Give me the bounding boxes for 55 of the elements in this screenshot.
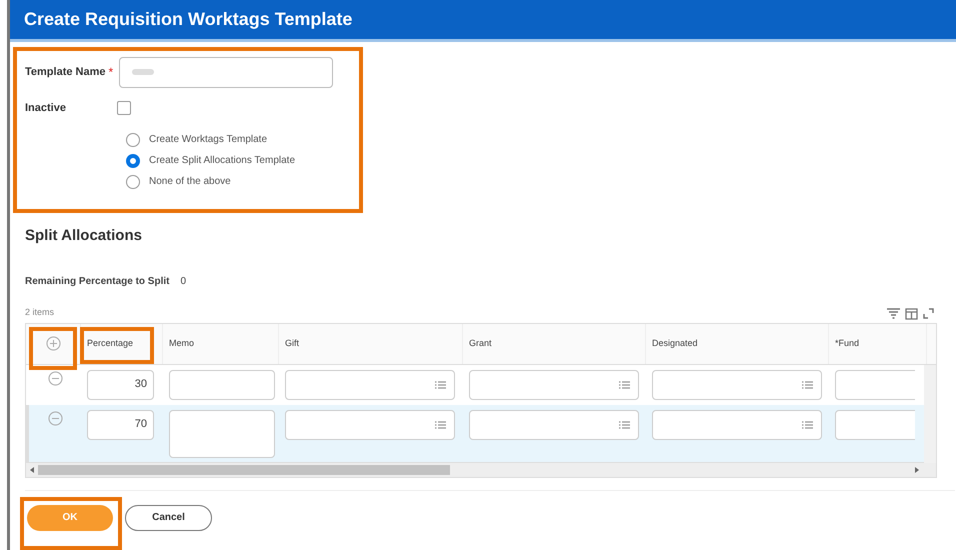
list-icon[interactable] [802, 380, 813, 388]
columns-icon[interactable] [905, 308, 918, 320]
required-mark: * [108, 64, 114, 81]
field-label: Template Name [25, 64, 106, 80]
column-header: Designated [652, 336, 698, 350]
input-field[interactable] [835, 410, 915, 440]
select-field[interactable] [285, 410, 455, 440]
field-label: Inactive [25, 100, 67, 116]
select-field[interactable] [652, 370, 822, 400]
cancel-button[interactable]: Cancel [125, 504, 212, 530]
template-name-field[interactable] [119, 56, 334, 88]
select-field[interactable] [469, 370, 639, 400]
list-icon[interactable] [619, 420, 630, 428]
column-header: Grant [469, 336, 492, 350]
item-count: 2 items [25, 306, 54, 319]
remove-row-icon[interactable] [48, 370, 62, 386]
select-field[interactable] [652, 410, 822, 440]
vertical-scrollbar[interactable] [924, 364, 936, 462]
column-header: *Fund [835, 336, 860, 350]
select-field[interactable] [469, 410, 639, 440]
expand-icon[interactable] [923, 308, 934, 319]
horizontal-scrollbar[interactable] [26, 462, 936, 476]
checkbox[interactable] [117, 101, 131, 115]
add-row-icon[interactable] [46, 336, 60, 351]
column-header: Percentage [87, 336, 134, 350]
scroll-right-icon[interactable] [914, 466, 920, 472]
list-icon[interactable] [802, 420, 813, 428]
field-value: 0 [180, 274, 186, 288]
input-field[interactable]: 30 [87, 370, 154, 400]
list-icon[interactable] [435, 380, 446, 388]
highlight-frame [29, 327, 77, 370]
scrollbar-thumb[interactable] [38, 464, 450, 474]
scroll-left-icon[interactable] [29, 466, 35, 472]
memo-field[interactable] [169, 410, 275, 458]
list-icon[interactable] [619, 380, 630, 388]
page-title: Create Requisition Worktags Template [24, 8, 352, 31]
list-icon[interactable] [435, 420, 446, 428]
memo-field[interactable] [169, 370, 275, 400]
column-header: Memo [169, 336, 194, 350]
radio-button[interactable] [126, 154, 140, 168]
blurred-value-icon [132, 68, 154, 76]
input-field[interactable]: 70 [87, 410, 154, 440]
radio-button[interactable] [126, 174, 140, 188]
remove-row-icon[interactable] [48, 410, 62, 426]
option-label: Create Worktags Template [149, 133, 268, 147]
input-field[interactable] [835, 370, 915, 400]
option-label: None of the above [149, 175, 231, 189]
filter-icon[interactable] [887, 308, 900, 319]
option-label: Create Split Allocations Template [149, 154, 296, 168]
section-heading: Split Allocations [25, 226, 143, 246]
field-label: Remaining Percentage to Split [25, 274, 170, 288]
radio-button[interactable] [126, 132, 140, 146]
select-field[interactable] [285, 370, 455, 400]
table-row[interactable]: 70 [26, 404, 924, 462]
column-header: Gift [285, 336, 300, 350]
